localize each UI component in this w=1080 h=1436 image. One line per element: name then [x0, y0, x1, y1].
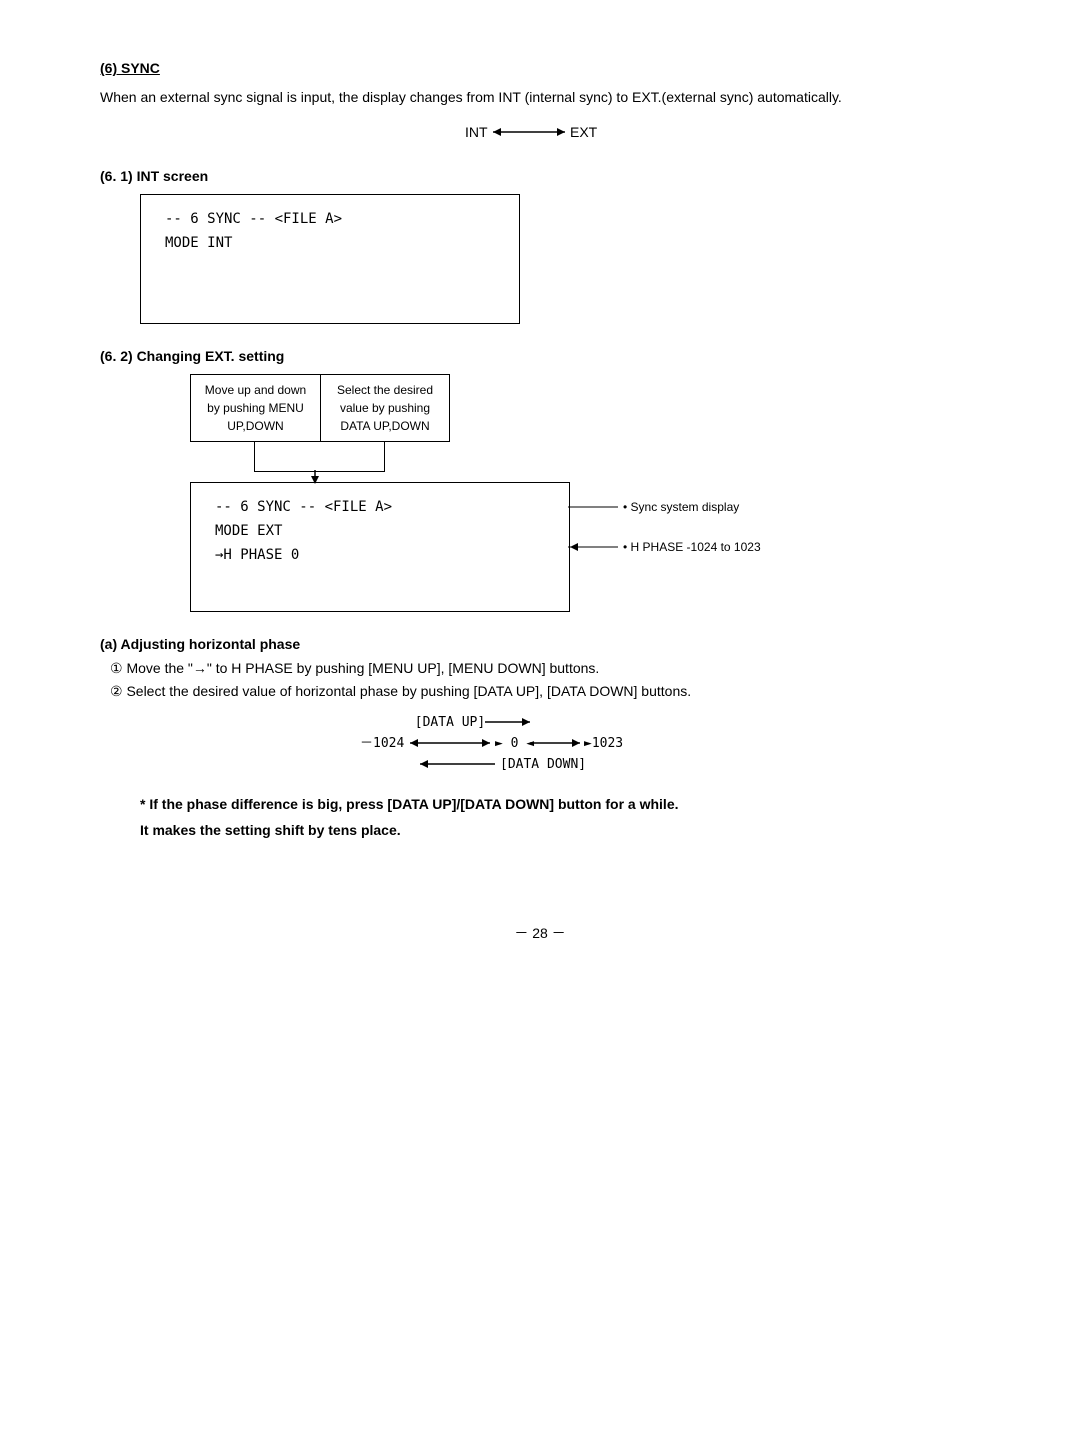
page-number: － 28 － [100, 923, 980, 943]
svg-text:[DATA DOWN]: [DATA DOWN] [500, 757, 586, 772]
ext-screen-line3: →H PHASE 0 [215, 547, 545, 563]
data-diagram: [DATA UP] －1024 ► 0 ◄ ►1023 [DATA DOWN] [100, 712, 980, 776]
adj-step1: ① Move the "→" to H PHASE by pushing [ME… [110, 660, 980, 677]
ext-screen-line1: -- 6 SYNC -- <FILE A> [215, 499, 545, 515]
label-box-right: Select the desired value by pushing DATA… [320, 374, 450, 442]
screen-box-wrapper: -- 6 SYNC -- <FILE A> MODE EXT →H PHASE … [190, 482, 980, 612]
connector-area [190, 442, 980, 482]
v-line-right [384, 442, 385, 472]
sub1-title: (6. 1) INT screen [100, 168, 980, 184]
svg-text:－1024: －1024 [360, 736, 404, 751]
svg-text:[DATA UP]: [DATA UP] [415, 715, 485, 730]
int-screen-box: -- 6 SYNC -- <FILE A> MODE INT [140, 194, 520, 324]
int-ext-diagram: INT EXT [100, 120, 980, 148]
svg-text:EXT: EXT [570, 124, 598, 140]
sub2-title: (6. 2) Changing EXT. setting [100, 348, 980, 364]
annotation-lines: • Sync system display • H PHASE -1024 to… [568, 492, 818, 592]
adj-section: (a) Adjusting horizontal phase ① Move th… [100, 636, 980, 842]
ext-screen-line2: MODE EXT [215, 523, 545, 539]
note-bold: * If the phase difference is big, press … [140, 792, 980, 842]
adj-title: (a) Adjusting horizontal phase [100, 636, 980, 652]
svg-text:INT: INT [465, 124, 488, 140]
note-line2: It makes the setting shift by tens place… [140, 818, 980, 843]
ext-screen-box: -- 6 SYNC -- <FILE A> MODE EXT →H PHASE … [190, 482, 570, 612]
section-title: (6) SYNC [100, 60, 980, 76]
section-desc: When an external sync signal is input, t… [100, 86, 980, 108]
label-box-left: Move up and down by pushing MENU UP,DOWN [190, 374, 320, 442]
note-line1: * If the phase difference is big, press … [140, 792, 980, 817]
adj-step2: ② Select the desired value of horizontal… [110, 683, 980, 700]
top-labels-row: Move up and down by pushing MENU UP,DOWN… [190, 374, 980, 442]
svg-text:►1023: ►1023 [584, 736, 623, 751]
int-screen-line2: MODE INT [165, 235, 495, 251]
v-line-left [254, 442, 255, 472]
svg-text:► 0 ◄: ► 0 ◄ [495, 736, 534, 751]
svg-text:• H PHASE -1024 to 1023: • H PHASE -1024 to 1023 [623, 540, 761, 554]
diagram-62-container: Move up and down by pushing MENU UP,DOWN… [130, 374, 980, 612]
svg-text:• Sync system display: • Sync system display [623, 500, 739, 514]
int-screen-line1: -- 6 SYNC -- <FILE A> [165, 211, 495, 227]
